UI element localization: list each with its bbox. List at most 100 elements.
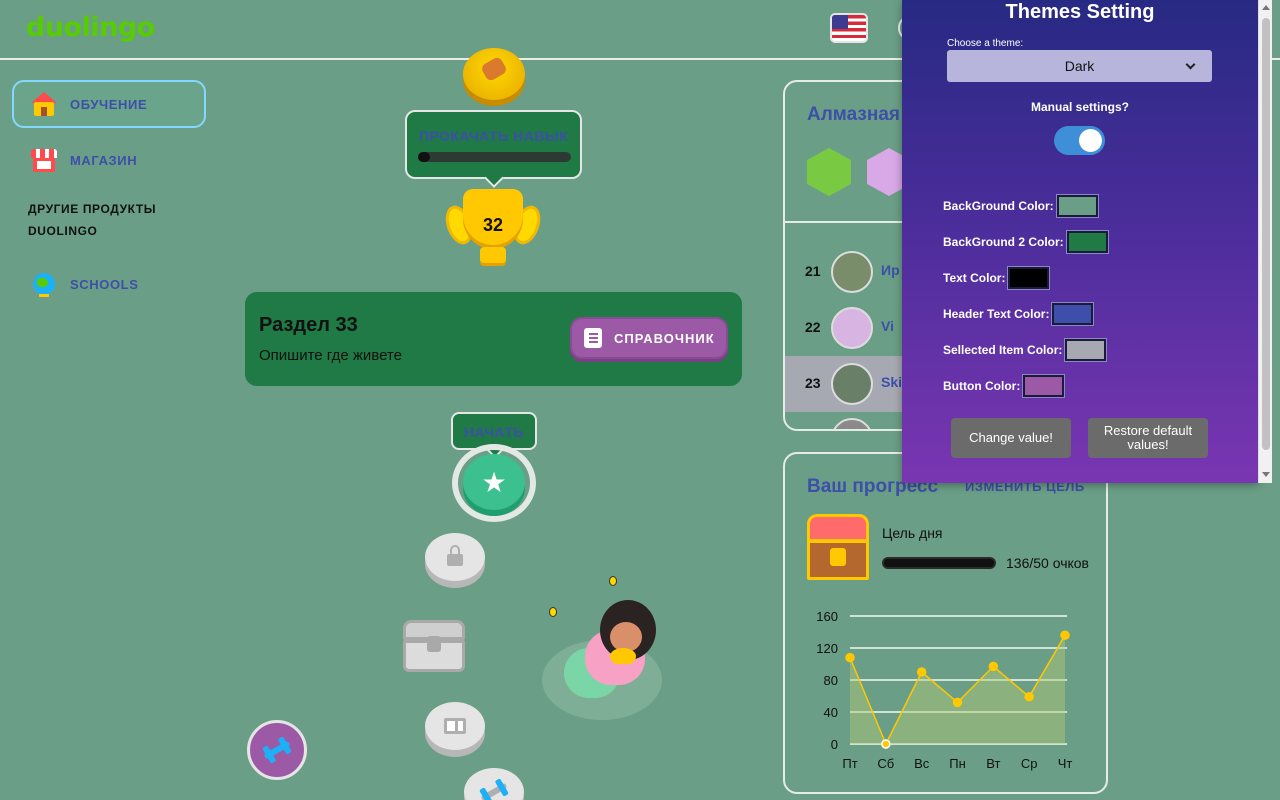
x-tick-label: Пн [949,756,966,771]
sidebar-item-shop[interactable]: МАГАЗИН [12,136,206,184]
rank-number: 23 [805,375,821,391]
sidebar: ОБУЧЕНИЕ МАГАЗИН ДРУГИЕ ПРОДУКТЫ DUOLING… [12,80,206,316]
locked-practice-lesson-button[interactable] [464,768,524,800]
level-up-tooltip[interactable]: ПРОКАЧАТЬ НАВЫК [405,110,582,188]
star-icon: ★ [481,466,507,498]
emerald-league-icon [807,148,851,196]
shop-icon [30,146,58,174]
avatar [831,418,873,429]
other-products-heading: ДРУГИЕ ПРОДУКТЫ DUOLINGO [12,198,206,242]
locked-chest-icon[interactable] [401,620,467,676]
color-label: Text Color: [943,271,1006,285]
header-text-color-swatch[interactable] [1051,302,1095,326]
scroll-down-arrow-icon[interactable] [1262,472,1270,477]
data-point [845,652,855,663]
unit-title: Раздел 33 [259,314,358,336]
locked-story-button[interactable] [425,702,485,750]
trophy-number: 32 [482,215,504,235]
rank-number: 21 [805,263,821,279]
theme-select[interactable]: Dark [947,50,1212,82]
sidebar-item-label: МАГАЗИН [70,152,138,168]
sidebar-item-label: SCHOOLS [70,276,139,292]
unit-banner: Раздел 33 Опишите где живете СПРАВОЧНИК [245,292,742,386]
daily-goal-points: 136/50 очков [1006,555,1089,571]
completed-lesson-coin-icon[interactable] [463,48,525,100]
theme-panel-scrollbar[interactable] [1258,0,1272,483]
color-row-button: Button Color: [943,374,1066,398]
x-tick-label: Вс [914,756,930,771]
scroll-up-arrow-icon[interactable] [1262,5,1270,10]
manual-settings-toggle[interactable] [1054,126,1105,155]
restore-defaults-button[interactable]: Restore default values! [1088,418,1208,458]
book-icon [444,718,466,734]
trophy-icon[interactable]: 32 [440,185,546,267]
data-point [1024,692,1034,702]
data-point [988,661,999,672]
x-tick-label: Чт [1058,756,1073,771]
practice-button[interactable] [247,720,307,780]
globe-icon [30,270,58,298]
theme-settings-title: Themes Setting [1005,1,1155,23]
y-tick-label: 40 [824,705,838,720]
color-row-text: Text Color: [943,266,1051,290]
x-tick-label: Сб [877,756,894,771]
daily-goal-chest-icon [807,514,869,580]
other-products-line-1: ДРУГИЕ ПРОДУКТЫ [28,202,157,216]
y-tick-label: 80 [824,673,838,688]
background-2-color-swatch[interactable] [1065,230,1109,254]
color-row-background-2: BackGround 2 Color: [943,230,1109,254]
level-up-label: ПРОКАЧАТЬ НАВЫК [418,128,569,144]
guidebook-label: СПРАВОЧНИК [614,330,715,346]
current-lesson-button[interactable]: ★ [463,454,525,510]
data-point [916,667,927,677]
avatar [831,251,873,293]
user-name: Vi [881,318,894,334]
sidebar-item-schools[interactable]: SCHOOLS [12,260,206,308]
avatar [831,307,873,349]
theme-select-value: Dark [1064,58,1095,74]
dumbbell-icon [480,782,508,800]
color-label: BackGround Color: [943,199,1054,213]
color-row-selected-item: Sellected Item Color: [943,338,1108,362]
text-color-swatch[interactable] [1007,266,1051,290]
locked-lesson-button[interactable] [425,533,485,581]
x-tick-label: Вт [986,756,1000,771]
color-row-header-text: Header Text Color: [943,302,1095,326]
color-row-background: BackGround Color: [943,194,1099,218]
us-flag-icon[interactable] [830,13,868,43]
restore-label-line-2: values! [1127,437,1169,452]
selected-item-color-swatch[interactable] [1064,338,1108,362]
button-color-swatch[interactable] [1022,374,1066,398]
level-up-progress-bar [418,152,571,162]
other-products-line-2: DUOLINGO [28,224,98,238]
x-tick-label: Ср [1021,756,1038,771]
user-name: Ир [881,262,900,278]
guidebook-button[interactable]: СПРАВОЧНИК [570,317,728,359]
y-tick-label: 120 [816,641,838,656]
progress-card: Ваш прогресс ИЗМЕНИТЬ ЦЕЛЬ Цель дня 136/… [783,452,1108,794]
x-tick-label: Пт [842,756,857,771]
y-tick-label: 160 [816,609,838,624]
daily-goal-progress-bar [882,557,996,569]
data-point [881,739,891,749]
start-label: НАЧАТЬ [463,424,525,440]
house-icon [30,90,58,118]
color-label: Header Text Color: [943,307,1050,321]
dumbbell-icon [263,740,291,760]
theme-settings-panel: Themes Setting Choose a theme: Dark Manu… [902,0,1258,483]
y-tick-label: 0 [831,737,838,752]
duolingo-logo[interactable]: duolingo [26,12,155,43]
lock-icon [447,545,463,566]
user-name: Ski [881,374,903,390]
scrollbar-thumb[interactable] [1262,18,1270,450]
sleeping-character-illustration [540,570,665,725]
manual-settings-label: Manual settings? [1030,100,1129,114]
sidebar-item-label: ОБУЧЕНИЕ [70,96,148,112]
color-label: Sellected Item Color: [943,343,1063,357]
league-title: Алмазная [807,104,900,125]
sidebar-item-learn[interactable]: ОБУЧЕНИЕ [12,80,206,128]
background-color-swatch[interactable] [1055,194,1099,218]
data-point [952,697,963,708]
notebook-icon [584,328,602,348]
change-value-button[interactable]: Change value! [951,418,1071,458]
